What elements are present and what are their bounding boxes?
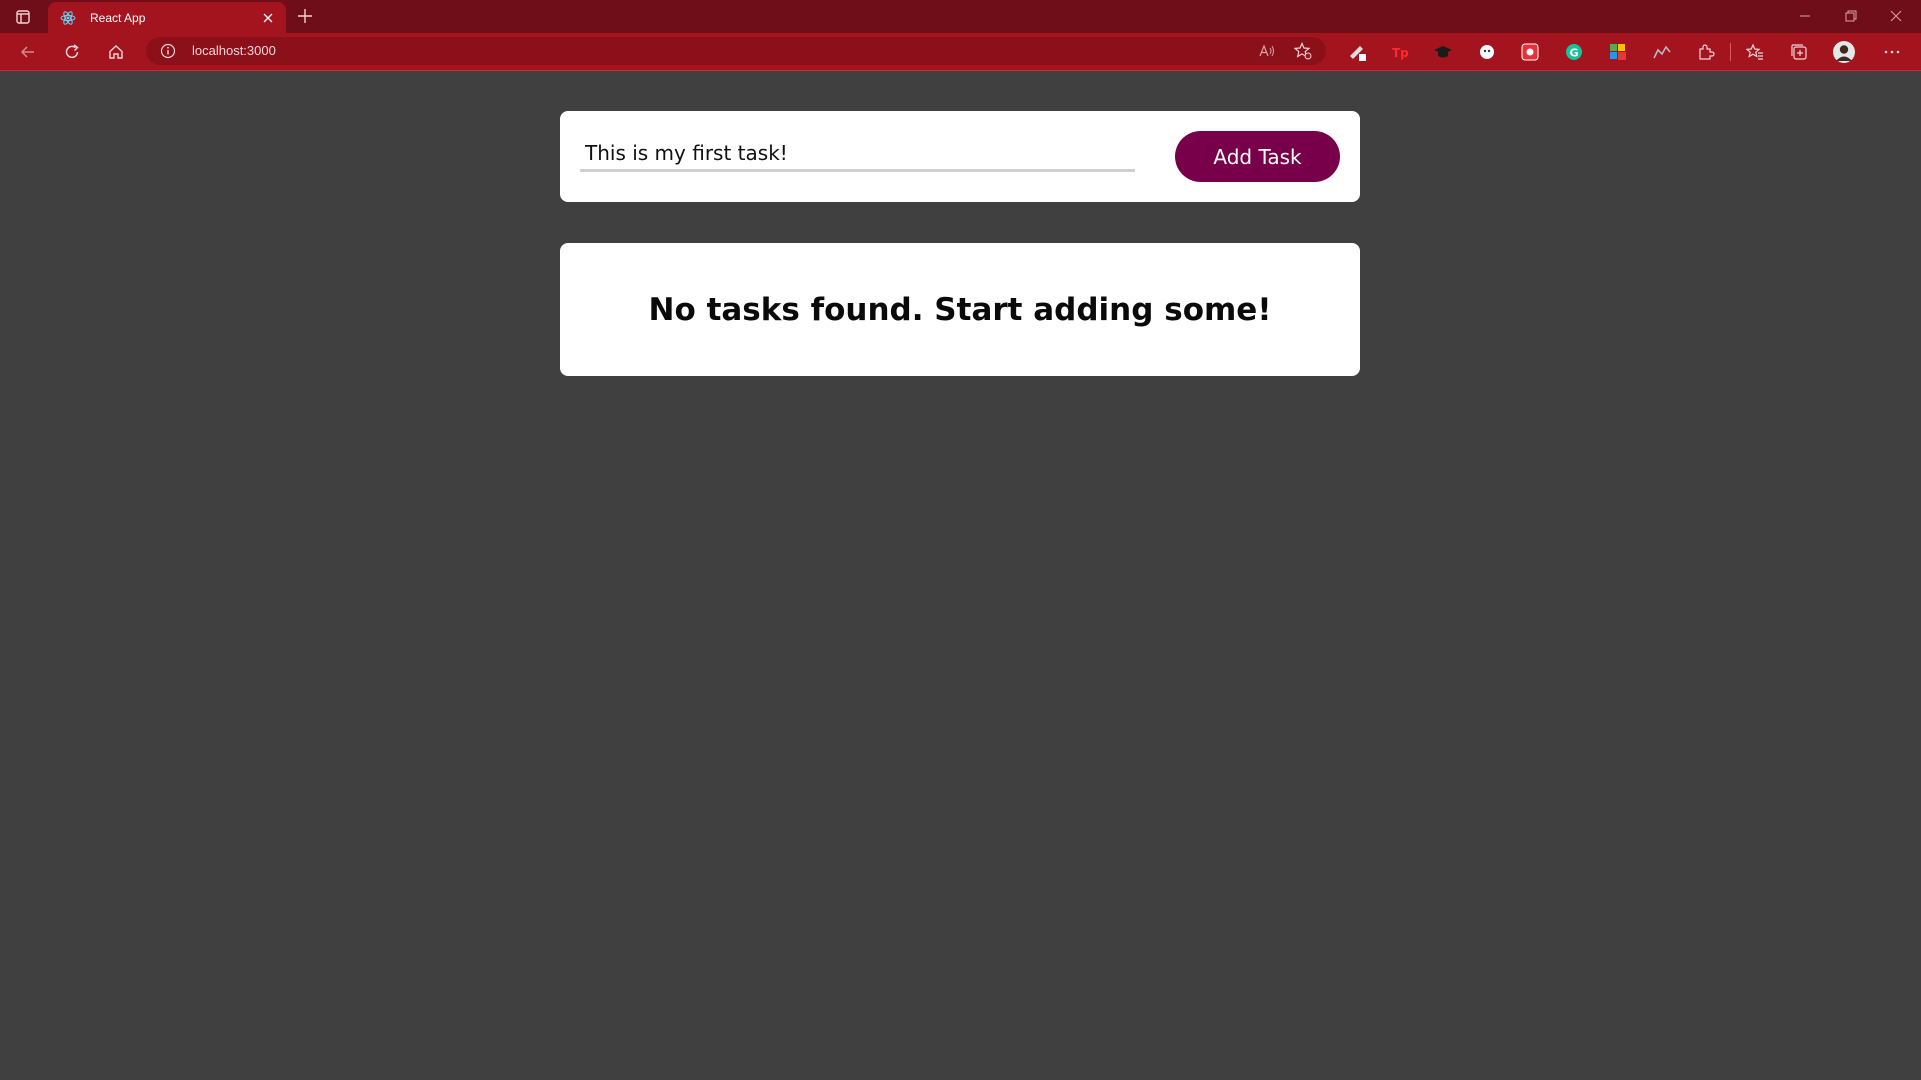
toolbar-separator [1730,43,1731,61]
grid-extension-icon[interactable] [1606,40,1630,64]
home-icon[interactable] [103,39,129,65]
favorites-add-icon[interactable] [1294,42,1312,60]
collections-icon[interactable] [1787,40,1811,64]
task-list-card: No tasks found. Start adding some! [560,243,1360,376]
refresh-icon[interactable] [59,39,85,65]
task-input[interactable] [580,136,1135,172]
tab-react-app[interactable]: React App [48,2,286,33]
react-icon [60,10,76,26]
back-icon[interactable] [15,39,41,65]
svg-text:G: G [1570,47,1579,60]
toolbar-divider [0,70,1921,71]
add-task-button[interactable]: Add Task [1175,131,1340,182]
tab-title: React App [90,10,146,25]
site-info-icon[interactable] [160,43,176,59]
more-options-icon[interactable] [1880,40,1904,64]
minimize-icon[interactable] [1793,4,1817,28]
close-tab-icon[interactable] [260,10,276,26]
new-tab-icon[interactable] [294,5,316,27]
grammarly-icon[interactable]: G [1562,40,1586,64]
favorites-icon[interactable] [1743,40,1767,64]
task-input-card: Add Task [560,111,1360,202]
chart-extension-icon[interactable] [1650,40,1674,64]
svg-text:Tp: Tp [1392,46,1409,60]
image-extension-icon[interactable] [1518,40,1542,64]
browser-titlebar: React App [0,0,1921,33]
empty-state-message: No tasks found. Start adding some! [648,291,1272,328]
tab-actions-icon[interactable] [12,6,34,28]
tp-extension-icon[interactable]: Tp [1388,40,1412,64]
extensions-puzzle-icon[interactable] [1694,40,1718,64]
graduation-cap-icon[interactable] [1431,40,1455,64]
read-aloud-icon[interactable] [1258,42,1276,60]
close-window-icon[interactable] [1884,4,1908,28]
address-bar[interactable]: localhost:3000 [146,37,1326,65]
avatar[interactable] [1832,40,1856,64]
ghost-extension-icon[interactable] [1475,40,1499,64]
url-text[interactable]: localhost:3000 [192,43,276,58]
restore-icon[interactable] [1839,4,1863,28]
pen-extension-icon[interactable] [1345,40,1369,64]
